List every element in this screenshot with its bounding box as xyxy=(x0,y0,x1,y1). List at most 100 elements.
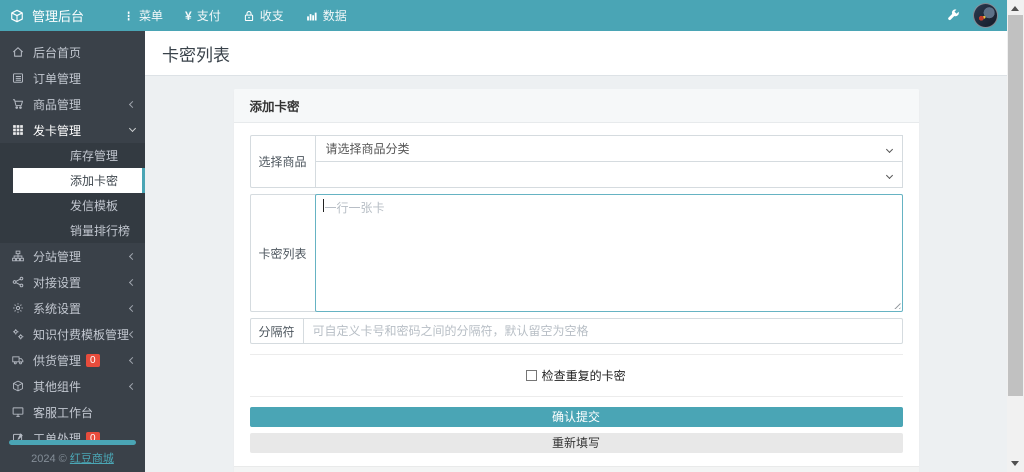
shop-link[interactable]: 红豆商城 xyxy=(70,453,114,465)
separator-label: 分隔符 xyxy=(249,318,304,344)
sidebar-item-label: 发卡管理 xyxy=(33,123,82,138)
sidebar-item-label: 分站管理 xyxy=(33,249,82,264)
sidebar-item-add-card[interactable]: 添加卡密 xyxy=(13,168,145,193)
count-badge: 0 xyxy=(86,431,100,440)
sitemap-icon xyxy=(10,250,25,262)
chevron-left-icon xyxy=(128,356,137,364)
lock-icon xyxy=(243,10,255,22)
nav-item-label: 收支 xyxy=(259,9,284,23)
share-icon xyxy=(10,276,25,288)
sidebar-item-mail-template[interactable]: 发信模板 xyxy=(0,193,145,218)
nav-item-income[interactable]: 收支 xyxy=(232,0,295,31)
sidebar-item-supply[interactable]: 供货管理 0 xyxy=(0,347,145,373)
separator-group: 分隔符 xyxy=(249,318,903,344)
cart-icon xyxy=(10,98,25,110)
sidebar-subitem-label: 发信模板 xyxy=(70,199,119,213)
sidebar-item-label: 客服工作台 xyxy=(33,405,94,420)
nav-item-label: 支付 xyxy=(196,9,221,23)
chevron-left-icon xyxy=(128,252,137,260)
grid-icon xyxy=(10,124,25,136)
sidebar-item-sales-ranking[interactable]: 销量排行榜 xyxy=(0,218,145,243)
card-list-textarea-wrap xyxy=(314,194,903,312)
chevron-down-icon xyxy=(885,145,893,154)
user-avatar[interactable] xyxy=(973,3,998,28)
chevron-down-icon xyxy=(128,124,137,133)
sidebar-item-ticket[interactable]: 工单处理 0 xyxy=(0,425,145,440)
sidebar-item-inventory[interactable]: 库存管理 xyxy=(0,143,145,168)
truck-icon xyxy=(10,354,25,366)
chevron-left-icon xyxy=(128,278,137,286)
scroll-up-arrow-icon[interactable] xyxy=(1011,6,1019,11)
count-badge: 0 xyxy=(86,353,100,367)
sidebar-subitem-label: 销量排行榜 xyxy=(70,224,131,238)
sidebar-menu: 后台首页 订单管理 商品管理 发卡管理 库存管理 添加卡密 发信模板 销量排行榜… xyxy=(0,31,145,440)
topbar-right xyxy=(947,3,1007,28)
sidebar-item-integration[interactable]: 对接设置 xyxy=(0,269,145,295)
content-area: 添加卡密 选择商品 请选择商品分类 卡密列表 一行一张卡 分隔符 可自定义卡号和… xyxy=(145,77,1007,472)
top-menu: 菜单 ¥ 支付 收支 数据 xyxy=(112,0,358,31)
duplicate-checkbox-label[interactable]: 检查重复的卡密 xyxy=(542,369,626,383)
duplicate-checkbox[interactable] xyxy=(526,370,538,381)
sidebar-item-label: 供货管理 xyxy=(33,353,82,368)
sidebar-item-label: 商品管理 xyxy=(33,97,82,112)
sidebar-item-other-components[interactable]: 其他组件 xyxy=(0,373,145,399)
window-scrollbar xyxy=(1007,0,1024,472)
text-cursor xyxy=(322,199,324,212)
sidebar-subitem-label: 库存管理 xyxy=(70,149,119,163)
sidebar-item-label: 知识付费模板管理 xyxy=(33,327,130,342)
nav-item-pay[interactable]: ¥ 支付 xyxy=(174,0,232,31)
sidebar-scrollbar-thumb[interactable] xyxy=(9,440,136,445)
add-card-panel: 添加卡密 选择商品 请选择商品分类 卡密列表 一行一张卡 分隔符 可自定义卡号和… xyxy=(233,89,919,472)
chevron-left-icon xyxy=(128,330,137,338)
sidebar-item-dashboard[interactable]: 后台首页 xyxy=(0,39,145,65)
sidebar-item-orders[interactable]: 订单管理 xyxy=(0,65,145,91)
sidebar-item-substation[interactable]: 分站管理 xyxy=(0,243,145,269)
product-select[interactable] xyxy=(314,161,903,188)
sidebar-item-products[interactable]: 商品管理 xyxy=(0,91,145,117)
wrench-icon[interactable] xyxy=(947,9,960,22)
copyright-text: 2024 © xyxy=(31,453,67,465)
sidebar-item-card-issuing[interactable]: 发卡管理 xyxy=(0,117,145,143)
category-select[interactable]: 请选择商品分类 xyxy=(314,135,903,162)
submit-button[interactable]: 确认提交 xyxy=(249,407,903,427)
sidebar-item-label: 订单管理 xyxy=(33,71,82,86)
scroll-down-arrow-icon[interactable] xyxy=(1011,461,1019,466)
separator-input[interactable] xyxy=(302,318,903,344)
chevron-left-icon xyxy=(128,304,137,312)
card-list-group: 卡密列表 xyxy=(249,194,903,312)
cube-icon xyxy=(10,380,25,392)
page-header: 卡密列表 xyxy=(145,31,1007,76)
chevron-left-icon xyxy=(128,382,137,390)
nav-item-label: 数据 xyxy=(322,9,347,23)
sidebar-item-label: 系统设置 xyxy=(33,301,82,316)
chevron-down-icon xyxy=(885,171,893,180)
sidebar-item-system-settings[interactable]: 系统设置 xyxy=(0,295,145,321)
sidebar-item-label: 后台首页 xyxy=(33,45,82,60)
sidebar-item-knowledge-template[interactable]: 知识付费模板管理 xyxy=(0,321,145,347)
chart-icon xyxy=(306,10,318,22)
product-select-group: 选择商品 请选择商品分类 xyxy=(249,135,903,188)
panel-header: 添加卡密 xyxy=(233,89,919,123)
nav-item-menu[interactable]: 菜单 xyxy=(112,0,174,31)
ticket-icon xyxy=(10,432,25,440)
sidebar-item-support-workbench[interactable]: 客服工作台 xyxy=(0,399,145,425)
divider xyxy=(249,354,903,355)
window-scrollbar-thumb[interactable] xyxy=(1008,15,1023,396)
nav-item-data[interactable]: 数据 xyxy=(295,0,358,31)
card-list-textarea[interactable] xyxy=(314,194,903,312)
sidebar-item-label: 工单处理 xyxy=(33,431,82,441)
product-group-label: 选择商品 xyxy=(249,135,316,188)
card-list-label: 卡密列表 xyxy=(249,194,316,312)
card-issuing-submenu: 库存管理 添加卡密 发信模板 销量排行榜 xyxy=(0,143,145,243)
sidebar-subitem-label: 添加卡密 xyxy=(70,174,119,188)
reset-button[interactable]: 重新填写 xyxy=(249,433,903,453)
top-navbar: 管理后台 菜单 ¥ 支付 收支 数据 xyxy=(0,0,1007,31)
chevron-left-icon xyxy=(128,100,137,108)
divider xyxy=(249,396,903,397)
select-stack: 请选择商品分类 xyxy=(314,135,903,188)
cube-logo-icon xyxy=(10,9,24,23)
brand[interactable]: 管理后台 xyxy=(0,0,94,31)
nav-item-label: 菜单 xyxy=(139,9,164,23)
sidebar-item-label: 对接设置 xyxy=(33,275,82,290)
gears-icon xyxy=(10,328,25,340)
